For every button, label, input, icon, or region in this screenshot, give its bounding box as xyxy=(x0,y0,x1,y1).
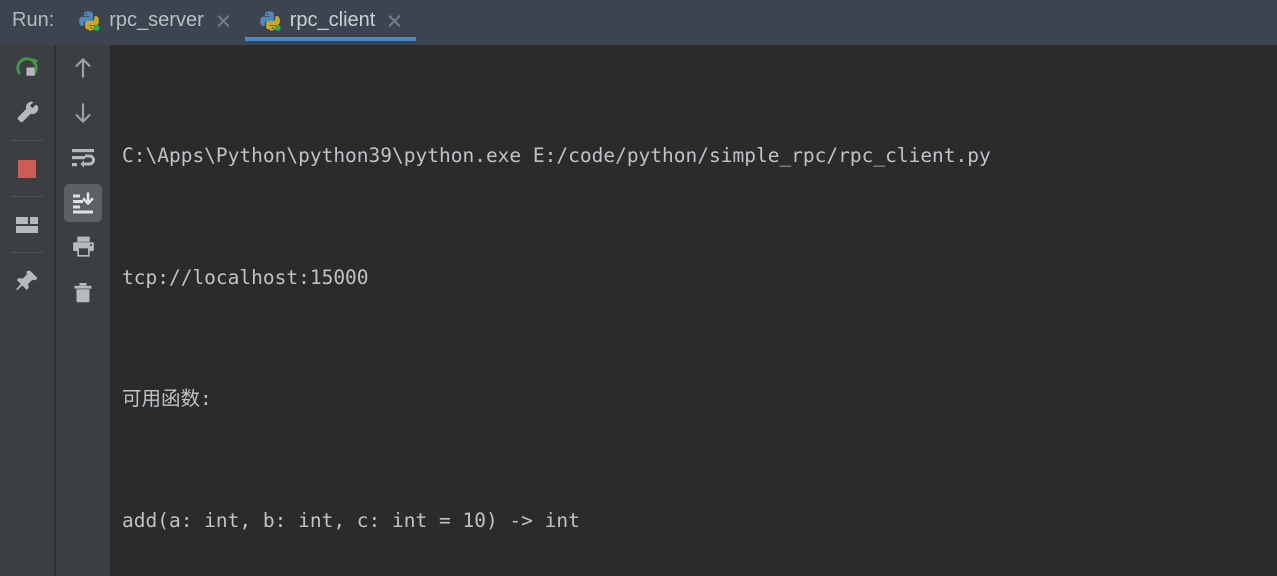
soft-wrap-button[interactable] xyxy=(56,135,110,180)
console-line: 可用函数: xyxy=(122,387,212,410)
console-actions-toolbar xyxy=(55,45,110,576)
tab-underline xyxy=(244,37,417,41)
settings-button[interactable] xyxy=(0,90,54,135)
toolbar-divider xyxy=(11,140,43,141)
print-button[interactable] xyxy=(56,225,110,270)
stop-icon xyxy=(15,157,39,181)
pin-icon xyxy=(14,268,40,294)
run-actions-toolbar xyxy=(0,45,54,576)
close-icon[interactable] xyxy=(215,13,231,29)
console-line: C:\Apps\Python\python39\python.exe E:/co… xyxy=(122,144,991,167)
soft-wrap-icon xyxy=(69,144,97,172)
up-stack-trace-button[interactable] xyxy=(56,45,110,90)
tab-label: rpc_server xyxy=(109,9,204,31)
tab-underline xyxy=(64,37,244,41)
close-icon[interactable] xyxy=(386,13,402,29)
pin-tab-button[interactable] xyxy=(0,258,54,303)
tab-rpc-client[interactable]: rpc_client xyxy=(244,0,417,41)
stop-button[interactable] xyxy=(0,146,54,191)
toolbar-divider xyxy=(11,196,43,197)
run-label: Run: xyxy=(12,9,55,31)
arrow-down-icon xyxy=(70,100,96,126)
scroll-to-end-button[interactable] xyxy=(56,180,110,225)
down-stack-trace-button[interactable] xyxy=(56,90,110,135)
console-output-panel[interactable]: C:\Apps\Python\python39\python.exe E:/co… xyxy=(110,45,1277,576)
tab-label: rpc_client xyxy=(289,9,376,31)
toolbar-divider xyxy=(11,252,43,253)
python-icon xyxy=(259,10,281,32)
wrench-icon xyxy=(15,100,40,125)
console-line: add(a: int, b: int, c: int = 10) -> int xyxy=(122,508,580,532)
python-icon xyxy=(78,10,100,32)
tab-rpc-server[interactable]: rpc_server xyxy=(64,0,244,41)
clear-all-button[interactable] xyxy=(56,270,110,315)
trash-icon xyxy=(70,280,96,306)
console-line: tcp://localhost:15000 xyxy=(122,265,369,289)
rerun-icon xyxy=(14,55,40,81)
arrow-up-icon xyxy=(70,55,96,81)
run-tabbar: Run: rpc_server rpc_client xyxy=(0,0,1277,45)
layout-button[interactable] xyxy=(0,202,54,247)
scroll-to-end-icon xyxy=(64,183,102,222)
run-tool-window: Run: rpc_server rpc_client C:\Apps\Pytho… xyxy=(0,0,1277,576)
layout-icon xyxy=(14,212,40,238)
rerun-button[interactable] xyxy=(0,45,54,90)
print-icon xyxy=(70,234,97,261)
console-text: C:\Apps\Python\python39\python.exe E:/co… xyxy=(110,45,1277,576)
